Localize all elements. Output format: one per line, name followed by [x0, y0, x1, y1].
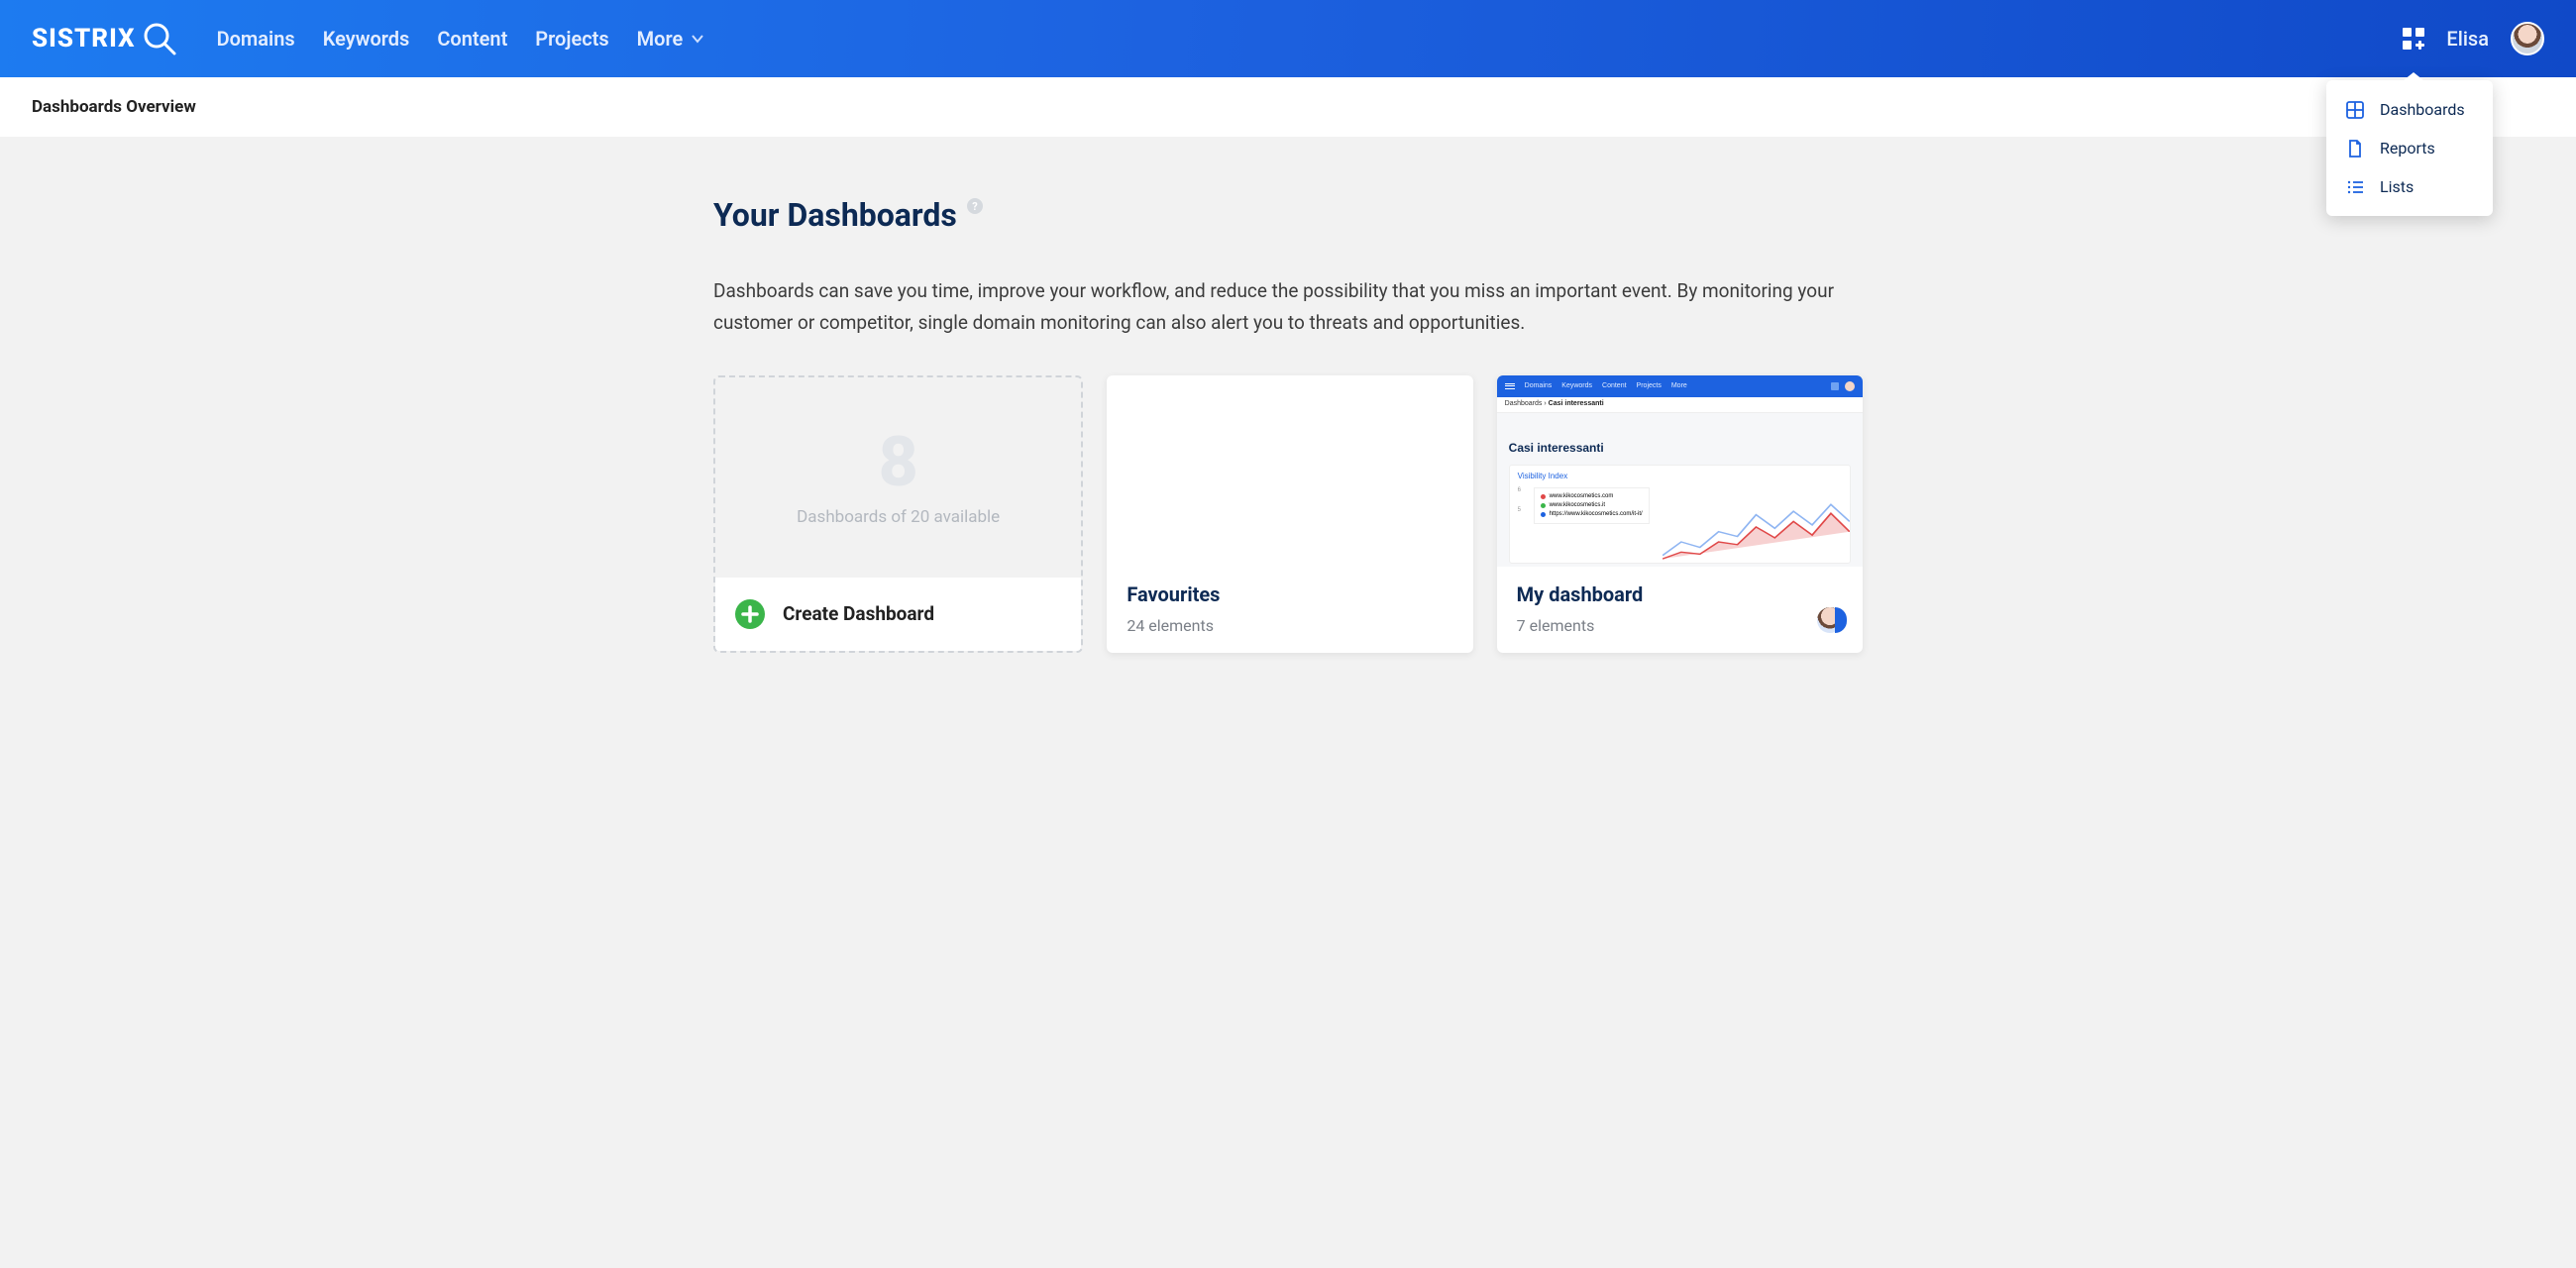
dropdown-reports[interactable]: Reports [2326, 129, 2493, 167]
create-dashboard-button[interactable]: Create Dashboard [715, 578, 1081, 651]
dropdown-dashboards-label: Dashboards [2380, 100, 2465, 119]
nav-domains[interactable]: Domains [217, 27, 295, 51]
nav-keywords-label: Keywords [323, 27, 410, 51]
legend-dot-icon [1541, 503, 1546, 508]
mini-axis: 6 5 [1518, 487, 1521, 513]
card-title: My dashboard [1517, 582, 1843, 606]
list-icon [2346, 178, 2364, 196]
mini-title: Casi interessanti [1509, 441, 1851, 455]
legend-dot-icon [1541, 494, 1546, 499]
card-preview [1107, 375, 1472, 567]
mini-panel: Visibility Index 6 5 www.kikocosmetics.c… [1509, 465, 1851, 564]
title-row: Your Dashboards ? [713, 196, 1863, 234]
mini-crumb-root: Dashboards [1505, 400, 1543, 407]
apps-icon[interactable] [2403, 28, 2424, 50]
nav-projects[interactable]: Projects [535, 27, 608, 51]
mini-nav-more: More [1671, 382, 1687, 389]
sub-header: Dashboards Overview [0, 77, 2576, 137]
mini-breadcrumb: Dashboards › Casi interessanti [1497, 397, 1863, 413]
dashboards-count: 8 [878, 428, 917, 497]
card-title: Favourites [1127, 582, 1452, 606]
topbar-right: Elisa Dashboards Reports Lists [2403, 22, 2544, 55]
nav-more[interactable]: More [637, 27, 705, 51]
breadcrumb: Dashboards Overview [32, 97, 196, 117]
mini-dashboard-preview: Domains Keywords Content Projects More D… [1497, 375, 1863, 567]
card-preview: Domains Keywords Content Projects More D… [1497, 375, 1863, 567]
avatar[interactable] [2511, 22, 2544, 55]
dropdown-lists[interactable]: Lists [2326, 167, 2493, 206]
card-owner-avatar [1817, 607, 1843, 633]
mini-topbar: Domains Keywords Content Projects More [1497, 375, 1863, 397]
create-card-top: 8 Dashboards of 20 available [715, 377, 1081, 578]
create-dashboard-card[interactable]: 8 Dashboards of 20 available Create Dash… [713, 375, 1083, 653]
help-icon[interactable]: ? [967, 198, 983, 214]
nav-content-label: Content [437, 27, 507, 51]
chevron-down-icon [691, 32, 704, 46]
mini-chart [1663, 494, 1850, 563]
mini-legend: www.kikocosmetics.com www.kikocosmetics.… [1534, 487, 1650, 524]
mini-nav-projects: Projects [1637, 382, 1662, 389]
card-footer: My dashboard 7 elements [1497, 567, 1863, 653]
document-icon [2346, 140, 2364, 158]
legend-label-1: www.kikocosmetics.it [1550, 501, 1605, 510]
page-description: Dashboards can save you time, improve yo… [713, 275, 1863, 340]
main: Your Dashboards ? Dashboards can save yo… [0, 137, 2576, 692]
mini-avatar [1845, 381, 1855, 391]
search-icon [142, 21, 177, 56]
logo-text: SISTRIX [32, 24, 136, 53]
create-dashboard-label: Create Dashboard [783, 602, 934, 625]
mini-nav-domains: Domains [1525, 382, 1553, 389]
svg-text:?: ? [972, 200, 978, 213]
nav-more-label: More [637, 27, 684, 51]
page-title: Your Dashboards [713, 196, 957, 234]
top-bar: SISTRIX Domains Keywords Content Project… [0, 0, 2576, 77]
mini-axis-b: 5 [1518, 507, 1521, 513]
dashboard-card-favourites[interactable]: Favourites 24 elements [1107, 375, 1472, 653]
mini-axis-a: 6 [1518, 487, 1521, 493]
legend-label-2: https://www.kikocosmetics.com/it-it/ [1550, 510, 1643, 519]
mini-panel-title: Visibility Index [1518, 472, 1842, 480]
plus-circle-icon [735, 599, 765, 629]
legend-label-0: www.kikocosmetics.com [1550, 492, 1614, 501]
cards-row: 8 Dashboards of 20 available Create Dash… [713, 375, 1863, 653]
dropdown-reports-label: Reports [2380, 139, 2435, 158]
grid-icon [2346, 101, 2364, 119]
apps-dropdown: Dashboards Reports Lists [2326, 80, 2493, 216]
card-subtitle: 7 elements [1517, 616, 1595, 635]
container: Your Dashboards ? Dashboards can save yo… [713, 196, 1863, 653]
mini-body: Casi interessanti Visibility Index 6 5 w… [1497, 413, 1863, 567]
card-subtitle: 24 elements [1127, 616, 1452, 635]
dropdown-dashboards[interactable]: Dashboards [2326, 90, 2493, 129]
mini-apps-icon [1831, 382, 1839, 390]
mini-nav-keywords: Keywords [1561, 382, 1592, 389]
dropdown-lists-label: Lists [2380, 177, 2414, 196]
mini-nav-content: Content [1602, 382, 1627, 389]
nav-keywords[interactable]: Keywords [323, 27, 410, 51]
card-footer: Favourites 24 elements [1107, 567, 1472, 653]
legend-dot-icon [1541, 512, 1546, 517]
nav-content[interactable]: Content [437, 27, 507, 51]
dashboard-card-mydashboard[interactable]: Domains Keywords Content Projects More D… [1497, 375, 1863, 653]
dashboards-available-text: Dashboards of 20 available [797, 507, 1000, 527]
mini-crumb-current: Casi interessanti [1549, 400, 1604, 407]
username[interactable]: Elisa [2446, 27, 2489, 51]
main-nav: Domains Keywords Content Projects More [217, 27, 705, 51]
hamburger-icon [1505, 383, 1515, 389]
nav-domains-label: Domains [217, 27, 295, 51]
logo[interactable]: SISTRIX [32, 21, 177, 56]
nav-projects-label: Projects [535, 27, 608, 51]
